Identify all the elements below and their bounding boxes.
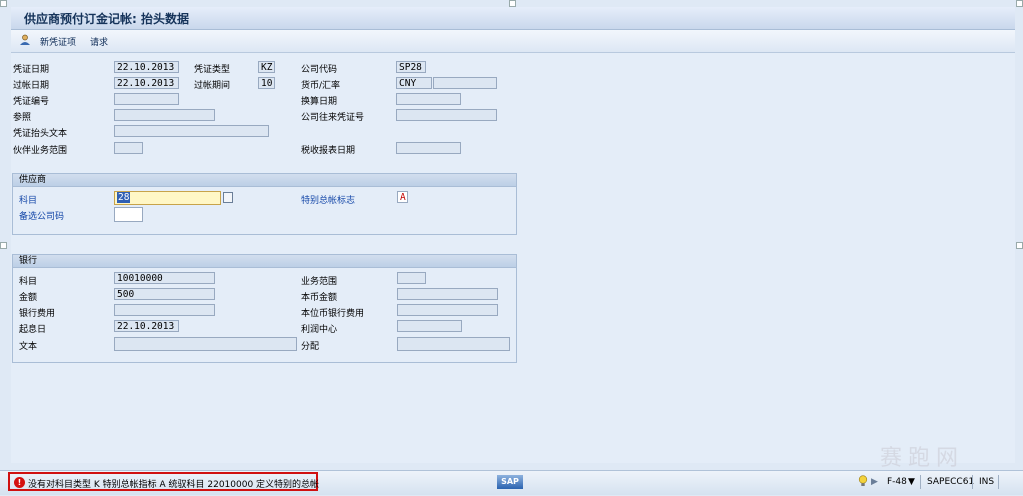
error-icon: ! [14, 477, 25, 488]
alt-company-code-field[interactable] [114, 207, 143, 222]
vendor-group: 供应商 科目 28 特别总帐标志 A 备选公司码 [12, 173, 517, 235]
special-gl-label: 特别总帐标志 [301, 196, 356, 206]
posting-date-field[interactable]: 22.10.2013 [114, 77, 179, 89]
divider [920, 475, 921, 489]
bank-group-title: 银行 [13, 255, 516, 268]
watermark-text: 赛跑网 [880, 446, 965, 471]
business-area-label: 业务范围 [301, 277, 338, 287]
partner-ba-label: 伙伴业务范围 [13, 146, 68, 156]
doc-number-field[interactable] [114, 93, 179, 105]
value-date-label: 起息日 [19, 325, 47, 335]
error-message-box[interactable]: ! 没有对科目类型 K 特别总帐指标 A 统驭科目 22010000 定义特别的… [8, 472, 320, 491]
period-field[interactable]: 10 [258, 77, 275, 89]
local-amount-label: 本币金额 [301, 293, 338, 303]
business-area-field[interactable] [397, 272, 426, 284]
bank-charges-label: 银行费用 [19, 309, 56, 319]
local-amount-field[interactable] [397, 288, 498, 300]
reference-field[interactable] [114, 109, 215, 121]
header-text-field[interactable] [114, 125, 269, 137]
resize-handle[interactable] [1016, 242, 1023, 249]
header-text-label: 凭证抬头文本 [13, 129, 68, 139]
profit-center-field[interactable] [397, 320, 462, 332]
partner-ba-field[interactable] [114, 142, 143, 154]
period-label: 过帐期间 [194, 81, 231, 91]
error-message: 没有对科目类型 K 特别总帐指标 A 统驭科目 22010000 定义特别的总帐 [28, 480, 320, 490]
title-bar: 供应商预付订金记帐: 抬头数据 [11, 7, 1015, 30]
bank-account-field[interactable]: 10010000 [114, 272, 215, 284]
divider [998, 475, 999, 489]
status-bar: ! 没有对科目类型 K 特别总帐指标 A 统驭科目 22010000 定义特别的… [0, 470, 1023, 495]
bank-charges-field[interactable] [114, 304, 215, 316]
amount-label: 金额 [19, 293, 38, 303]
text-label: 文本 [19, 342, 38, 352]
lightbulb-icon[interactable] [858, 475, 868, 490]
tax-date-field[interactable] [396, 142, 461, 154]
vendor-account-label: 科目 [19, 196, 38, 206]
currency-field[interactable]: CNY [396, 77, 432, 89]
text-field[interactable] [114, 337, 297, 351]
translation-date-label: 换算日期 [301, 97, 338, 107]
currency-label: 货币/汇率 [301, 81, 341, 91]
doc-number-label: 凭证编号 [13, 97, 50, 107]
sap-logo: SAP [497, 475, 523, 489]
local-bank-charges-label: 本位币银行费用 [301, 309, 365, 319]
profit-center-label: 利润中心 [301, 325, 338, 335]
translation-date-field[interactable] [396, 93, 461, 105]
page-title: 供应商预付订金记帐: 抬头数据 [24, 12, 189, 26]
tax-date-label: 税收报表日期 [301, 146, 356, 156]
doc-date-label: 凭证日期 [13, 65, 50, 75]
bank-account-label: 科目 [19, 277, 38, 287]
new-item-button[interactable]: 新凭证项 [40, 35, 76, 48]
search-help-icon[interactable] [223, 192, 233, 203]
intercompany-field[interactable] [396, 109, 497, 121]
assignment-field[interactable] [397, 337, 510, 351]
person-icon[interactable] [19, 34, 31, 49]
doc-type-field[interactable]: KZ [258, 61, 275, 73]
intercompany-label: 公司往来凭证号 [301, 113, 365, 123]
chevron-down-icon[interactable]: ▼ [908, 477, 915, 487]
exchange-rate-field[interactable] [433, 77, 497, 89]
amount-field[interactable]: 500 [114, 288, 215, 300]
value-date-field[interactable]: 22.10.2013 [114, 320, 179, 332]
main-content: 凭证日期 22.10.2013 凭证类型 KZ 公司代码 SP28 过帐日期 2… [11, 53, 1015, 463]
local-bank-charges-field[interactable] [397, 304, 498, 316]
assignment-label: 分配 [301, 342, 320, 352]
alt-company-code-label: 备选公司码 [19, 212, 65, 222]
posting-date-label: 过帐日期 [13, 81, 50, 91]
resize-handle[interactable] [1016, 0, 1023, 7]
vendor-account-value: 28 [117, 192, 131, 203]
transaction-code: F-48 [887, 477, 907, 487]
play-icon[interactable]: ▶ [871, 477, 878, 487]
doc-date-field[interactable]: 22.10.2013 [114, 61, 179, 73]
special-gl-field[interactable]: A [397, 191, 408, 203]
application-toolbar: 新凭证项 请求 [11, 30, 1015, 53]
vendor-account-field[interactable]: 28 [114, 191, 221, 205]
request-button[interactable]: 请求 [90, 35, 108, 48]
resize-handle[interactable] [509, 0, 516, 7]
company-code-field[interactable]: SP28 [396, 61, 426, 73]
bank-group: 银行 科目 10010000 业务范围 金额 500 本币金额 银行费用 本位币… [12, 254, 517, 363]
insert-mode: INS [979, 477, 995, 487]
reference-label: 参照 [13, 113, 32, 123]
doc-type-label: 凭证类型 [194, 65, 231, 75]
resize-handle[interactable] [0, 242, 7, 249]
company-code-label: 公司代码 [301, 65, 338, 75]
sap-window: 供应商预付订金记帐: 抬头数据 新凭证项 请求 凭证日期 22.10.2013 … [0, 0, 1023, 496]
vendor-group-title: 供应商 [13, 174, 516, 187]
system-name: SAPECC61 [927, 477, 975, 487]
divider [972, 475, 973, 489]
resize-handle[interactable] [0, 0, 7, 7]
